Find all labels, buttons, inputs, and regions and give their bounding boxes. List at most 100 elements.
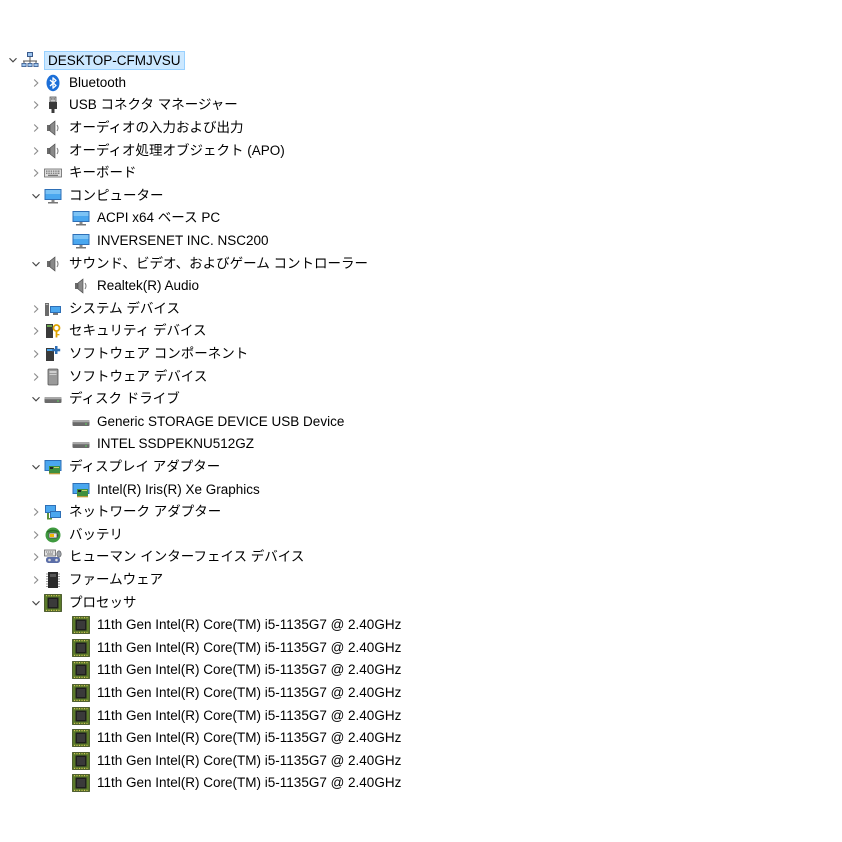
tree-item-label: 11th Gen Intel(R) Core(TM) i5-1135G7 @ 2…	[97, 684, 402, 700]
tree-item-label: セキュリティ デバイス	[69, 323, 207, 339]
usb-connector-icon	[44, 96, 62, 114]
tree-item-label: Realtek(R) Audio	[97, 278, 200, 294]
tree-item-label: ACPI x64 ベース PC	[97, 210, 221, 226]
disk-drive-icon	[44, 390, 62, 408]
firmware-icon	[44, 571, 62, 589]
device-row[interactable]: 11th Gen Intel(R) Core(TM) i5-1135G7 @ 2…	[0, 749, 842, 772]
device-row[interactable]: INVERSENET INC. NSC200	[0, 230, 842, 253]
tree-item-label: 11th Gen Intel(R) Core(TM) i5-1135G7 @ 2…	[97, 775, 402, 791]
tree-item-label: ソフトウェア デバイス	[69, 368, 208, 384]
category-row[interactable]: コンピューター	[0, 185, 842, 208]
category-row[interactable]: ソフトウェア コンポーネント	[0, 343, 842, 366]
processor-icon	[72, 751, 90, 770]
device-row[interactable]: 11th Gen Intel(R) Core(TM) i5-1135G7 @ 2…	[0, 772, 842, 795]
disk-drive-icon	[72, 435, 90, 453]
category-row[interactable]: ソフトウェア デバイス	[0, 365, 842, 388]
category-row[interactable]: システム デバイス	[0, 298, 842, 321]
category-row[interactable]: USB コネクタ マネージャー	[0, 94, 842, 117]
chevron-right-icon[interactable]	[28, 504, 44, 520]
category-row[interactable]: ディスプレイ アダプター	[0, 456, 842, 479]
chevron-right-icon[interactable]	[28, 143, 44, 159]
processor-icon	[72, 706, 90, 725]
system-devices-icon	[44, 300, 62, 318]
device-row[interactable]: Intel(R) Iris(R) Xe Graphics	[0, 478, 842, 501]
tree-item-label: ソフトウェア コンポーネント	[69, 346, 249, 362]
tree-item-label: ディスプレイ アダプター	[69, 458, 221, 474]
speaker-icon	[44, 142, 62, 160]
monitor-icon	[44, 187, 62, 205]
processor-icon	[72, 661, 90, 680]
chevron-down-icon[interactable]	[28, 188, 44, 204]
category-row[interactable]: オーディオ処理オブジェクト (APO)	[0, 139, 842, 162]
chevron-down-icon[interactable]	[28, 595, 44, 611]
category-row[interactable]: Bluetooth	[0, 72, 842, 95]
device-tree: DESKTOP-CFMJVSU Bluetooth USB コネクタ マネージャーオ…	[0, 49, 842, 795]
category-row[interactable]: オーディオの入力および出力	[0, 117, 842, 140]
chevron-right-icon[interactable]	[28, 346, 44, 362]
tree-item-label: 11th Gen Intel(R) Core(TM) i5-1135G7 @ 2…	[97, 730, 402, 746]
category-row[interactable]: プロセッサ	[0, 591, 842, 614]
chevron-right-icon[interactable]	[28, 549, 44, 565]
tree-item-label: プロセッサ	[69, 594, 137, 610]
chevron-right-icon[interactable]	[28, 527, 44, 543]
network-adapter-icon	[44, 503, 62, 521]
tree-item-label: キーボード	[69, 165, 137, 181]
monitor-icon	[72, 209, 90, 227]
device-row[interactable]: 11th Gen Intel(R) Core(TM) i5-1135G7 @ 2…	[0, 659, 842, 682]
chevron-right-icon[interactable]	[28, 75, 44, 91]
device-row[interactable]: 11th Gen Intel(R) Core(TM) i5-1135G7 @ 2…	[0, 636, 842, 659]
tree-item-label: オーディオ処理オブジェクト (APO)	[69, 142, 285, 158]
category-row[interactable]: バッテリ	[0, 523, 842, 546]
security-device-icon	[44, 322, 62, 340]
tree-item-label: ヒューマン インターフェイス デバイス	[69, 549, 305, 565]
tree-item-label: USB コネクタ マネージャー	[69, 97, 238, 113]
processor-icon	[72, 729, 90, 748]
tree-item-label: INVERSENET INC. NSC200	[97, 233, 269, 249]
device-row[interactable]: 11th Gen Intel(R) Core(TM) i5-1135G7 @ 2…	[0, 682, 842, 705]
tree-item-label: ネットワーク アダプター	[69, 504, 222, 520]
tree-item-label: バッテリ	[69, 526, 123, 542]
category-row[interactable]: キーボード	[0, 162, 842, 185]
tree-item-label: 11th Gen Intel(R) Core(TM) i5-1135G7 @ 2…	[97, 707, 402, 723]
category-row[interactable]: セキュリティ デバイス	[0, 320, 842, 343]
tree-root[interactable]: DESKTOP-CFMJVSU	[0, 49, 842, 72]
chevron-right-icon[interactable]	[28, 323, 44, 339]
chevron-right-icon[interactable]	[28, 301, 44, 317]
chevron-right-icon[interactable]	[28, 572, 44, 588]
chevron-down-icon[interactable]	[28, 391, 44, 407]
tree-item-label: INTEL SSDPEKNU512GZ	[97, 436, 255, 452]
device-row[interactable]: 11th Gen Intel(R) Core(TM) i5-1135G7 @ 2…	[0, 704, 842, 727]
tree-item-label: 11th Gen Intel(R) Core(TM) i5-1135G7 @ 2…	[97, 617, 402, 633]
hid-icon	[44, 548, 62, 566]
chevron-right-icon[interactable]	[28, 120, 44, 136]
tree-item-label: 11th Gen Intel(R) Core(TM) i5-1135G7 @ 2…	[97, 662, 402, 678]
tree-item-label: ディスク ドライブ	[69, 391, 180, 407]
processor-icon	[72, 638, 90, 657]
chevron-down-icon[interactable]	[5, 52, 21, 68]
device-row[interactable]: Realtek(R) Audio	[0, 275, 842, 298]
bluetooth-icon	[44, 74, 62, 92]
category-row[interactable]: サウンド、ビデオ、およびゲーム コントローラー	[0, 252, 842, 275]
tree-item-label: Bluetooth	[69, 74, 127, 90]
root-label: DESKTOP-CFMJVSU	[44, 50, 185, 70]
category-row[interactable]: ディスク ドライブ	[0, 388, 842, 411]
chevron-right-icon[interactable]	[28, 165, 44, 181]
device-row[interactable]: 11th Gen Intel(R) Core(TM) i5-1135G7 @ 2…	[0, 727, 842, 750]
device-row[interactable]: ACPI x64 ベース PC	[0, 207, 842, 230]
tree-item-label: オーディオの入力および出力	[69, 120, 244, 136]
computer-network-icon	[21, 51, 39, 69]
chevron-down-icon[interactable]	[28, 256, 44, 272]
chevron-down-icon[interactable]	[28, 459, 44, 475]
software-component-icon	[44, 345, 62, 363]
chevron-right-icon[interactable]	[28, 97, 44, 113]
device-row[interactable]: 11th Gen Intel(R) Core(TM) i5-1135G7 @ 2…	[0, 614, 842, 637]
device-row[interactable]: INTEL SSDPEKNU512GZ	[0, 433, 842, 456]
category-row[interactable]: ファームウェア	[0, 569, 842, 592]
tree-item-label: Intel(R) Iris(R) Xe Graphics	[97, 481, 260, 497]
chevron-right-icon[interactable]	[28, 369, 44, 385]
category-row[interactable]: ネットワーク アダプター	[0, 501, 842, 524]
processor-icon	[72, 684, 90, 702]
category-row[interactable]: ヒューマン インターフェイス デバイス	[0, 546, 842, 569]
tree-item-label: サウンド、ビデオ、およびゲーム コントローラー	[69, 255, 368, 271]
device-row[interactable]: Generic STORAGE DEVICE USB Device	[0, 411, 842, 434]
